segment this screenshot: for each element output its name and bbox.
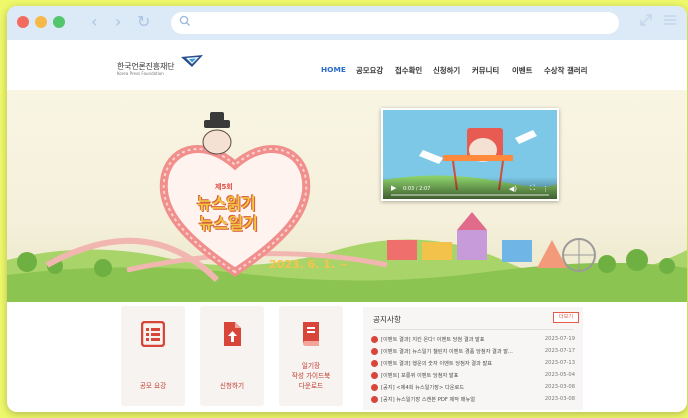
more-button[interactable]: 더보기: [553, 312, 579, 323]
fullscreen-icon[interactable]: ⛶: [530, 184, 535, 193]
edition-label: 제5회: [215, 183, 233, 191]
notice-item[interactable]: [이벤트 결과] 뉴스일기 챌린지 이벤트 경품 당첨자 결과 발... 202…: [371, 347, 581, 358]
video-time: 0:03 / 2:07: [403, 186, 431, 192]
notice-item[interactable]: [공지] 뉴스일기장 스캔본 PDF 제작 매뉴얼 2023-03-08: [371, 395, 581, 406]
check-bullet-icon: [371, 348, 378, 355]
check-bullet-icon: [371, 336, 378, 343]
book-icon: [303, 322, 319, 346]
notice-item-title: [이벤트 결과] 지킨 온다! 이벤트 당첨 결과 발표: [381, 337, 485, 343]
notice-item-date: 2023-07-19: [544, 336, 575, 342]
notice-item-title: [이벤트 결과] 뉴스일기 챌린지 이벤트 경품 당첨자 결과 발...: [381, 349, 513, 355]
quick-menu-label: 일기장 작성 가이드북 다운로드: [291, 362, 331, 390]
notice-item-date: 2023-07-17: [544, 348, 575, 354]
more-options-icon[interactable]: ⋮: [542, 185, 549, 193]
menu-icon[interactable]: [663, 13, 677, 27]
back-icon[interactable]: ‹: [91, 14, 97, 30]
quick-menu-label: 공모 요강: [139, 382, 167, 390]
nav-apply[interactable]: 신청하기: [433, 65, 460, 76]
notice-item[interactable]: [이벤트 결과] 행운의 숫자 이벤트 당첨자 결과 발표 2023-07-13: [371, 359, 581, 370]
quick-menu-label: 신청하기: [219, 382, 245, 390]
check-bullet-icon: [371, 360, 378, 367]
notice-item-date: 2023-03-08: [544, 396, 575, 402]
forward-icon[interactable]: ›: [115, 14, 121, 30]
search-icon: [179, 15, 190, 26]
hero-title-line-1: 뉴스읽기: [197, 194, 256, 213]
notice-board: 공지사항 더보기 [이벤트 결과] 지킨 온다! 이벤트 당첨 결과 발표 20…: [363, 307, 583, 410]
nav-event[interactable]: 이벤트: [512, 65, 532, 76]
notice-title: 공지사항: [373, 315, 401, 324]
notice-item[interactable]: [공지] <제4회 뉴스일기장> 다운로드 2023-03-08: [371, 383, 581, 394]
close-window-button[interactable]: [17, 16, 29, 28]
quick-menu-apply[interactable]: 신청하기: [200, 306, 264, 406]
nav-check-submission[interactable]: 접수확인: [395, 65, 422, 76]
maximize-window-button[interactable]: [53, 16, 65, 28]
nav-gallery[interactable]: 수상작 갤러리: [544, 65, 587, 76]
quick-menu-guidebook-download[interactable]: 일기장 작성 가이드북 다운로드: [279, 306, 343, 406]
notice-item-date: 2023-03-08: [544, 384, 575, 390]
logo-english-name: Korea Press Foundation: [117, 71, 164, 76]
play-icon[interactable]: ▶: [391, 184, 396, 192]
nav-home[interactable]: HOME: [321, 65, 346, 74]
browser-window: ‹ › ↻ 한국언론진흥재단 Korea Press Foundation HO…: [7, 6, 687, 412]
notice-item-date: 2023-05-04: [544, 372, 575, 378]
quick-menu-guidelines[interactable]: 공모 요강: [121, 306, 185, 406]
reload-icon[interactable]: ↻: [137, 14, 150, 30]
notice-item-title: [공지] 뉴스일기장 스캔본 PDF 제작 매뉴얼: [381, 397, 475, 403]
notice-divider: [373, 329, 573, 330]
file-upload-icon: [224, 322, 241, 346]
notice-item[interactable]: [이벤트 결과] 지킨 온다! 이벤트 당첨 결과 발표 2023-07-19: [371, 335, 581, 346]
hero-title-line-2: 뉴스일기: [199, 214, 258, 233]
notice-item-title: [이벤트] 포롱퀴 이벤트 당첨자 발표: [381, 373, 459, 379]
hero-banner: ▶ 0:03 / 2:07 ◀) ⛶ ⋮ 제5회 뉴스읽기 뉴스일기 2023.…: [7, 90, 687, 302]
check-bullet-icon: [371, 384, 378, 391]
nav-community[interactable]: 커뮤니티: [472, 65, 499, 76]
address-bar[interactable]: [171, 12, 619, 34]
notice-item-title: [공지] <제4회 뉴스일기장> 다운로드: [381, 385, 465, 391]
notice-item[interactable]: [이벤트] 포롱퀴 이벤트 당첨자 발표 2023-05-04: [371, 371, 581, 382]
expand-icon[interactable]: [639, 13, 653, 27]
promo-video-player[interactable]: ▶ 0:03 / 2:07 ◀) ⛶ ⋮: [381, 108, 559, 201]
check-bullet-icon: [371, 372, 378, 379]
video-progress-bar[interactable]: [391, 194, 549, 196]
site-header: 한국언론진흥재단 Korea Press Foundation HOME 공모요…: [7, 40, 687, 90]
check-bullet-icon: [371, 396, 378, 403]
nav-guidelines[interactable]: 공모요강: [356, 65, 383, 76]
minimize-window-button[interactable]: [35, 16, 47, 28]
browser-toolbar: ‹ › ↻: [7, 6, 687, 40]
list-icon: [141, 321, 165, 347]
logo-mark-icon: [181, 55, 203, 67]
notice-item-date: 2023-07-13: [544, 360, 575, 366]
volume-icon[interactable]: ◀): [509, 185, 517, 193]
notice-item-title: [이벤트 결과] 행운의 숫자 이벤트 당첨자 결과 발표: [381, 361, 493, 367]
event-date: 2023. 6. 1. ~: [269, 258, 349, 271]
